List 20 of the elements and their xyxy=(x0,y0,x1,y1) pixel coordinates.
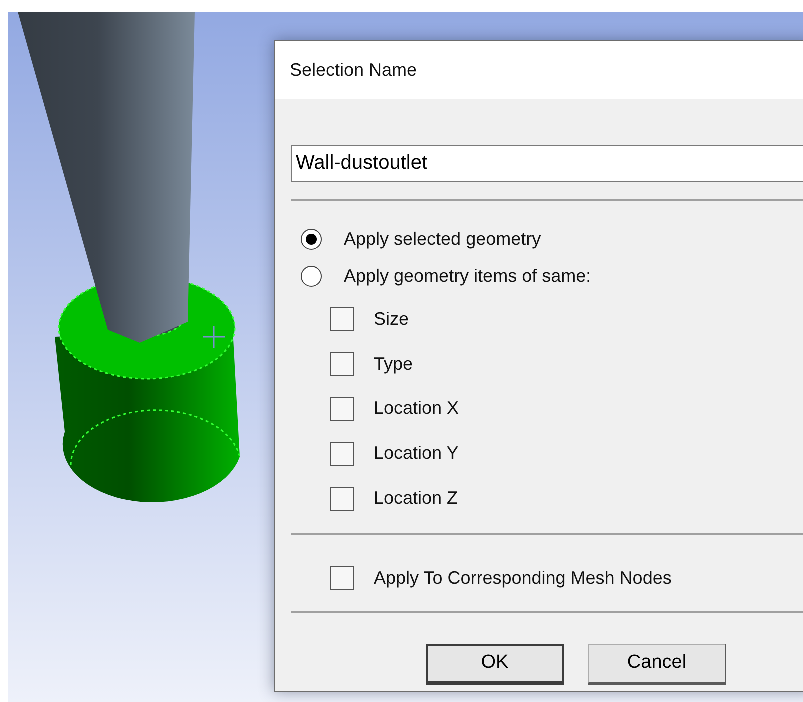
radio-button[interactable] xyxy=(301,229,322,250)
checkbox-label: Location Y xyxy=(374,442,459,466)
checkbox[interactable] xyxy=(330,352,354,376)
checkbox[interactable] xyxy=(330,307,354,332)
radio-button[interactable] xyxy=(301,266,322,287)
checkbox-label: Apply To Corresponding Mesh Nodes xyxy=(374,566,672,590)
dialog-button[interactable]: Cancel xyxy=(588,644,726,685)
checkbox-label: Size xyxy=(374,308,410,331)
name-input-field[interactable]: Wall-dustoutlet xyxy=(291,145,803,182)
checkbox-label: Location Z xyxy=(374,487,458,510)
checkbox-label: Location X xyxy=(374,397,460,420)
dialog-button[interactable]: OK xyxy=(426,644,564,685)
checkbox[interactable] xyxy=(330,442,354,466)
checkbox[interactable] xyxy=(330,396,354,421)
radio-label: Apply selected geometry xyxy=(344,228,542,251)
checkbox[interactable] xyxy=(330,566,354,590)
radio-label: Apply geometry items of same: xyxy=(344,265,592,288)
checkbox[interactable] xyxy=(330,486,354,511)
checkbox-label: Type xyxy=(374,352,414,376)
dialog-title: Selection Name xyxy=(290,58,418,82)
